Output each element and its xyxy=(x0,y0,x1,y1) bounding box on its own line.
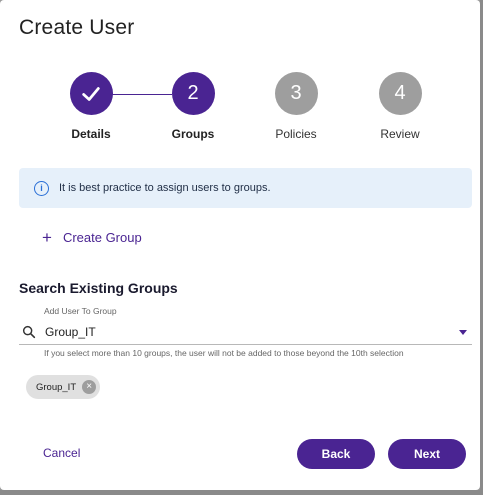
step-policies[interactable]: 3 Policies xyxy=(246,72,346,141)
create-group-label: Create Group xyxy=(62,230,142,245)
step-1-circle xyxy=(69,72,113,115)
step-3-circle: 3 xyxy=(274,72,318,115)
info-banner: i It is best practice to assign users to… xyxy=(19,168,472,208)
step-2-circle: 2 xyxy=(171,72,215,115)
search-section-title: Search Existing Groups xyxy=(19,280,178,296)
chevron-down-icon[interactable] xyxy=(459,329,467,335)
group-search-input[interactable] xyxy=(45,325,459,339)
step-1-label: Details xyxy=(71,127,111,141)
create-group-button[interactable]: + Create Group xyxy=(42,229,142,246)
step-2-label: Groups xyxy=(171,127,215,141)
group-search-field[interactable] xyxy=(19,320,472,345)
group-field-label: Add User To Group xyxy=(44,306,117,316)
step-3-label: Policies xyxy=(275,127,317,141)
info-text: It is best practice to assign users to g… xyxy=(59,182,271,194)
step-4-label: Review xyxy=(380,127,420,141)
info-icon: i xyxy=(34,180,49,196)
backdrop-edge-bottom xyxy=(0,490,483,495)
selected-group-chip: Group_IT × xyxy=(26,375,101,399)
step-groups[interactable]: 2 Groups xyxy=(143,72,243,141)
chip-label: Group_IT xyxy=(36,381,77,393)
close-icon[interactable]: × xyxy=(82,380,97,394)
checkmark-icon xyxy=(82,86,100,101)
plus-icon: + xyxy=(42,228,52,247)
step-review[interactable]: 4 Review xyxy=(350,72,450,141)
create-user-dialog: Create User Details 2 Groups 3 Policies … xyxy=(0,0,480,490)
next-button[interactable]: Next xyxy=(388,439,466,469)
step-details[interactable]: Details xyxy=(41,72,141,141)
search-icon xyxy=(22,325,36,339)
back-button[interactable]: Back xyxy=(297,439,375,469)
step-4-circle: 4 xyxy=(378,72,422,115)
cancel-button[interactable]: Cancel xyxy=(43,446,80,460)
dialog-title: Create User xyxy=(19,16,135,39)
group-limit-helper: If you select more than 10 groups, the u… xyxy=(44,348,404,358)
